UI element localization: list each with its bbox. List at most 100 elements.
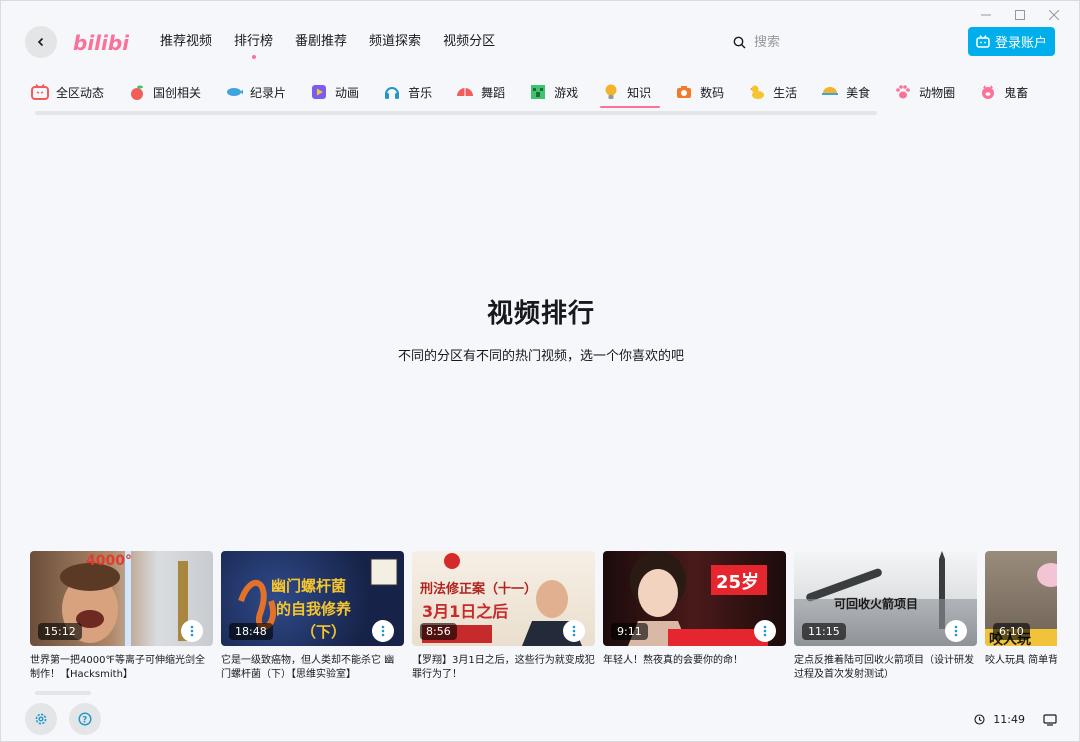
more-options-button[interactable] <box>372 620 394 642</box>
svg-text:可回收火箭项目: 可回收火箭项目 <box>834 596 918 611</box>
category-label: 动画 <box>335 85 360 100</box>
search-input[interactable] <box>754 34 904 50</box>
category-label: 舞蹈 <box>481 85 506 100</box>
category-knowledge[interactable]: 知识 <box>600 80 661 108</box>
nav-zones[interactable]: 视频分区 <box>432 27 506 57</box>
more-options-button[interactable] <box>181 620 203 642</box>
video-thumbnail[interactable]: 咬人玩 6:10 <box>985 551 1057 646</box>
video-duration: 11:15 <box>802 623 846 640</box>
video-card[interactable]: 可回收火箭项目 11:15 定点反推着陆可回收火箭项目（设计研发过程及首次发射测… <box>794 551 977 691</box>
category-documentary[interactable]: 纪录片 <box>223 80 295 104</box>
video-list-scrollbar[interactable] <box>35 691 91 695</box>
category-life[interactable]: 生活 <box>746 80 806 104</box>
video-card[interactable]: 4000° 15:12 世界第一把4000℉等离子可伸缩光剑全制作！【Hacks… <box>30 551 213 691</box>
clock-icon <box>974 714 985 725</box>
nav-bangumi[interactable]: 番剧推荐 <box>284 27 358 57</box>
page-title: 视频排行 <box>486 299 595 329</box>
more-options-button[interactable] <box>945 620 967 642</box>
settings-button[interactable] <box>25 703 57 735</box>
video-card[interactable]: 刑法修正案（十一） 3月1日之后 8:56 【罗翔】3月1日之后，这些行为就变成… <box>412 551 595 691</box>
video-title[interactable]: 它是一级致癌物，但人类却不能杀它 幽门螺杆菌（下）【思维实验室】 <box>221 654 404 682</box>
fan-icon <box>456 83 474 101</box>
svg-text:（下）: （下） <box>301 623 346 641</box>
dish-icon <box>821 83 839 101</box>
category-dance[interactable]: 舞蹈 <box>454 80 514 104</box>
status-bar: 11:49 <box>974 713 1057 726</box>
monitor-icon[interactable] <box>1043 713 1057 726</box>
video-title[interactable]: 世界第一把4000℉等离子可伸缩光剑全制作！【Hacksmith】 <box>30 654 213 682</box>
more-vertical-icon <box>763 625 767 637</box>
video-thumbnail[interactable]: 4000° 15:12 <box>30 551 213 646</box>
top-header: bilibili 推荐视频 排行榜 番剧推荐 频道探索 视频分区 登录账户 <box>25 25 1055 59</box>
category-label: 美食 <box>846 85 871 100</box>
tv-icon <box>31 83 49 101</box>
video-title[interactable]: 年轻人！熬夜真的会要你的命！ <box>603 654 786 682</box>
video-thumbnail[interactable]: 刑法修正案（十一） 3月1日之后 8:56 <box>412 551 595 646</box>
svg-text:刑法修正案（十一）: 刑法修正案（十一） <box>420 581 537 597</box>
category-label: 纪录片 <box>250 85 287 100</box>
more-vertical-icon <box>572 625 576 637</box>
login-button[interactable]: 登录账户 <box>968 27 1055 56</box>
category-bar: 全区动态 国创相关 纪录片 动画 音乐 舞蹈 游戏 知识 数码 生活 美食 动物… <box>29 80 1059 108</box>
maximize-icon[interactable] <box>1003 5 1037 25</box>
tv-icon <box>976 35 990 48</box>
video-thumbnail[interactable]: 25岁 9:11 <box>603 551 786 646</box>
category-label: 鬼畜 <box>1004 85 1029 100</box>
category-scrollbar[interactable] <box>35 111 877 115</box>
video-list: 4000° 15:12 世界第一把4000℉等离子可伸缩光剑全制作！【Hacks… <box>30 551 1057 691</box>
category-label: 动物圈 <box>919 85 956 100</box>
category-label: 全区动态 <box>56 85 105 100</box>
pig-icon <box>979 83 997 101</box>
help-icon: ? <box>78 712 92 726</box>
video-thumbnail[interactable]: 可回收火箭项目 11:15 <box>794 551 977 646</box>
category-all[interactable]: 全区动态 <box>29 80 113 104</box>
more-options-button[interactable] <box>754 620 776 642</box>
paw-icon <box>894 83 912 101</box>
login-label: 登录账户 <box>994 36 1047 51</box>
video-duration: 15:12 <box>38 623 82 640</box>
minimize-icon[interactable] <box>969 5 1003 25</box>
category-food[interactable]: 美食 <box>819 80 879 104</box>
nav-channels[interactable]: 频道探索 <box>358 27 432 57</box>
video-card[interactable]: 咬人玩 6:10 咬人玩具 简单背后 <box>985 551 1057 691</box>
category-label: 数码 <box>700 85 725 100</box>
help-button[interactable]: ? <box>69 703 101 735</box>
svg-text:?: ? <box>82 715 87 725</box>
video-thumbnail[interactable]: 幽门螺杆菌 的自我修养 （下） 18:48 <box>221 551 404 646</box>
video-card[interactable]: 25岁 9:11 年轻人！熬夜真的会要你的命！ <box>603 551 786 691</box>
more-vertical-icon <box>381 625 385 637</box>
video-title[interactable]: 咬人玩具 简单背后 <box>985 654 1057 682</box>
category-animals[interactable]: 动物圈 <box>892 80 964 104</box>
search-icon <box>733 36 746 48</box>
search-box[interactable] <box>733 31 933 53</box>
close-icon[interactable] <box>1037 5 1071 25</box>
more-options-button[interactable] <box>563 620 585 642</box>
category-label: 音乐 <box>408 85 433 100</box>
window-controls <box>969 5 1071 25</box>
gear-icon <box>35 713 47 725</box>
more-vertical-icon <box>954 625 958 637</box>
lightbulb-icon <box>602 83 620 101</box>
nav-ranking[interactable]: 排行榜 <box>223 27 284 57</box>
category-label: 生活 <box>773 85 798 100</box>
back-button[interactable] <box>25 26 57 58</box>
category-label: 国创相关 <box>153 85 202 100</box>
video-title[interactable]: 定点反推着陆可回收火箭项目（设计研发过程及首次发射测试） <box>794 654 977 682</box>
video-card[interactable]: 幽门螺杆菌 的自我修养 （下） 18:48 它是一级致癌物，但人类却不能杀它 幽… <box>221 551 404 691</box>
category-music[interactable]: 音乐 <box>381 80 441 104</box>
page-subtitle: 不同的分区有不同的热门视频，选一个你喜欢的吧 <box>397 349 684 364</box>
video-duration: 8:56 <box>420 623 457 640</box>
category-label: 游戏 <box>554 85 579 100</box>
nav-recommend[interactable]: 推荐视频 <box>149 27 223 57</box>
category-guochuang[interactable]: 国创相关 <box>126 80 210 104</box>
more-vertical-icon <box>190 625 194 637</box>
svg-text:25岁: 25岁 <box>716 571 759 593</box>
video-duration: 18:48 <box>229 623 273 640</box>
category-digital[interactable]: 数码 <box>673 80 733 104</box>
video-title[interactable]: 【罗翔】3月1日之后，这些行为就变成犯罪行为了！ <box>412 654 595 682</box>
category-game[interactable]: 游戏 <box>527 80 587 104</box>
chevron-left-icon <box>37 37 44 47</box>
category-kichiku[interactable]: 鬼畜 <box>977 80 1037 104</box>
bilibili-logo[interactable]: bilibili <box>73 27 129 57</box>
category-anime[interactable]: 动画 <box>308 80 368 104</box>
